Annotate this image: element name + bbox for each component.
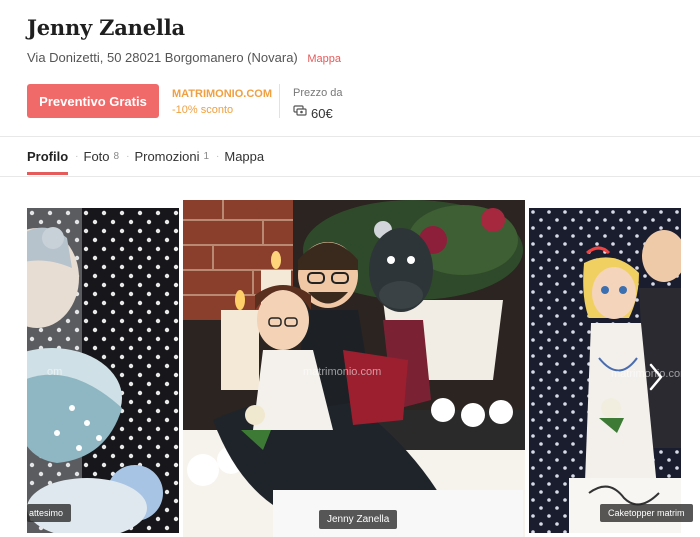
vendor-address: Via Donizetti, 50 28021 Borgomanero (Nov… (27, 50, 341, 65)
promo-block[interactable]: MATRIMONIO.COM -10% sconto (172, 86, 272, 118)
gallery-photo[interactable]: matrimonio.com (183, 200, 525, 537)
address-text: Via Donizetti, 50 28021 Borgomanero (Nov… (27, 50, 298, 65)
money-icon (293, 104, 311, 122)
price-label: Prezzo da (293, 87, 343, 99)
tab-label: Profilo (27, 148, 69, 164)
tab-label: Promozioni (134, 148, 200, 164)
watermark-text: matrimonio.com (303, 366, 382, 378)
tab-label: Mappa (224, 148, 265, 164)
profile-tabs: Profilo · Foto 8 · Promozioni 1 · Mappa (27, 137, 264, 175)
tab-promozioni[interactable]: Promozioni 1 (134, 137, 209, 175)
divider (279, 84, 280, 118)
tab-count: 8 (113, 150, 120, 162)
photo-caption: Jenny Zanella (319, 510, 398, 529)
tab-separator: · (216, 150, 220, 162)
promo-brand: MATRIMONIO.COM (172, 88, 273, 100)
price-box: Prezzo da 60€ (293, 87, 343, 122)
watermark-text: om (47, 366, 63, 378)
request-quote-button[interactable]: Preventivo Gratis (27, 84, 159, 118)
promo-discount: -10% sconto (172, 104, 234, 116)
map-link[interactable]: Mappa (307, 53, 341, 65)
tab-separator: · (75, 150, 79, 162)
watermark-text: matrimonio.com (611, 368, 681, 380)
price-value: 60€ (311, 105, 333, 121)
tab-separator: · (126, 150, 130, 162)
tab-profilo[interactable]: Profilo (27, 137, 69, 175)
chevron-right-icon[interactable] (648, 362, 664, 397)
photo-gallery: om matrimonio.com matrimonio.co attesimo… (0, 177, 700, 537)
gallery-photo[interactable]: om (27, 208, 179, 533)
tab-count: 1 (203, 150, 210, 162)
vendor-name: Jenny Zanella (27, 15, 185, 40)
tab-mappa[interactable]: Mappa (224, 137, 264, 175)
photo-caption: Caketopper matrim (600, 504, 693, 522)
photo-caption: attesimo (27, 504, 72, 522)
tab-label: Foto (83, 148, 110, 164)
tab-foto[interactable]: Foto 8 (84, 137, 120, 175)
